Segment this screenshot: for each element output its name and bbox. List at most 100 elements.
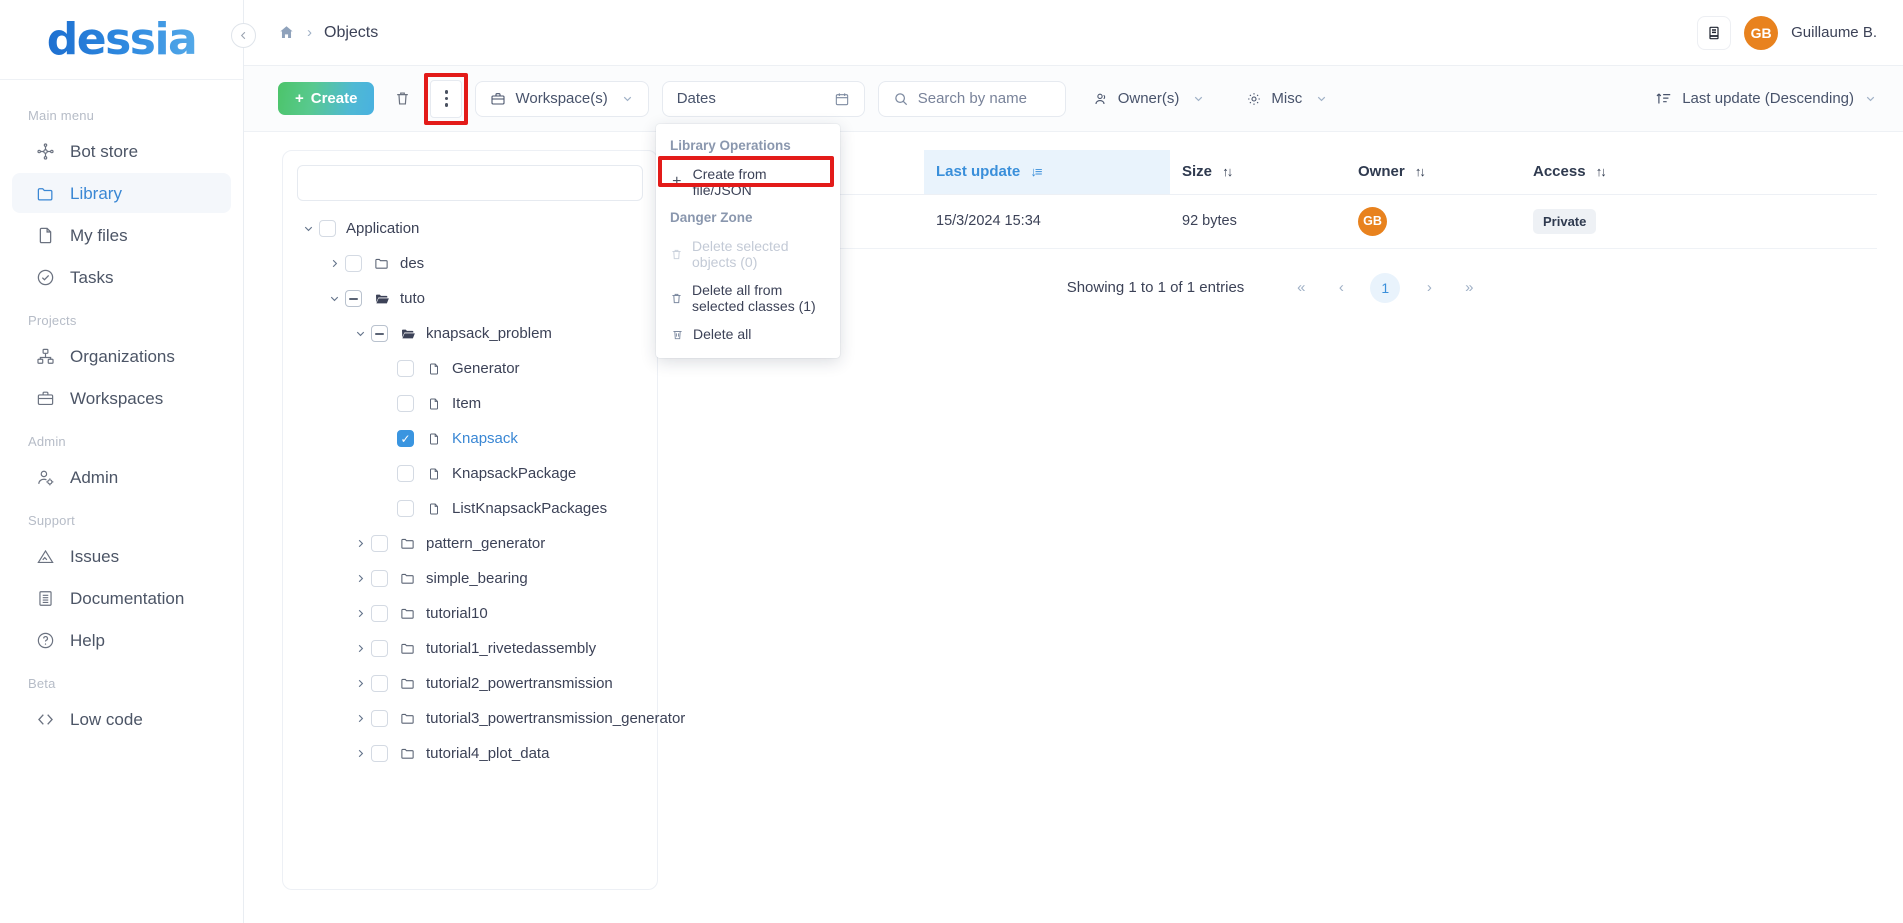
sidebar-item-documentation[interactable]: Documentation: [12, 578, 231, 618]
table-head: Name ↑↓ Last update ↓≡ Size ↑↓: [670, 150, 1877, 195]
column-header-size[interactable]: Size ↑↓: [1170, 150, 1346, 195]
sidebar-item-issues[interactable]: Issues: [12, 536, 231, 576]
tree-row-checkbox[interactable]: [371, 710, 388, 727]
workspaces-filter[interactable]: Workspace(s): [475, 80, 649, 117]
chevron-down-icon: [621, 92, 634, 105]
tree-row-label: tutorial1_rivetedassembly: [426, 640, 597, 657]
tree-row[interactable]: ListKnapsackPackages: [297, 491, 643, 526]
tree-row-checkbox[interactable]: [345, 290, 362, 307]
sidebar-item-low-code[interactable]: Low code: [12, 699, 231, 739]
sort-control[interactable]: Last update (Descending): [1655, 90, 1877, 107]
chevron-right-icon[interactable]: [323, 257, 345, 270]
pagination-prev-button[interactable]: ‹: [1330, 279, 1352, 296]
chevron-right-icon[interactable]: [349, 712, 371, 725]
tree-row-checkbox[interactable]: [397, 395, 414, 412]
chevron-right-icon[interactable]: [349, 747, 371, 760]
tree-row[interactable]: tutorial10: [297, 596, 643, 631]
tree-row[interactable]: Knapsack: [297, 421, 643, 456]
table-row[interactable]: 10kg 15/3/2024 15:34 92 bytes GB Private: [670, 194, 1877, 249]
create-button[interactable]: + Create: [278, 82, 375, 115]
search-input[interactable]: [917, 90, 1048, 107]
tree-row-checkbox[interactable]: [371, 325, 388, 342]
sidebar-item-my-files[interactable]: My files: [12, 215, 231, 255]
avatar[interactable]: GB: [1744, 15, 1779, 50]
tree-row-checkbox[interactable]: [397, 465, 414, 482]
column-label: Access: [1533, 163, 1586, 181]
tree-row-checkbox[interactable]: [371, 535, 388, 552]
chevron-down-icon[interactable]: [323, 292, 345, 305]
book-square-icon[interactable]: [1697, 15, 1732, 50]
user-name[interactable]: Guillaume B.: [1791, 24, 1877, 41]
tree-row-checkbox[interactable]: [371, 570, 388, 587]
menu-item-delete-all[interactable]: Delete all: [656, 320, 840, 348]
misc-filter[interactable]: Misc: [1232, 81, 1342, 117]
library-operations-kebab-button[interactable]: [430, 79, 463, 118]
sidebar-item-workspaces[interactable]: Workspaces: [12, 378, 231, 418]
row-access-cell: Private: [1521, 194, 1877, 249]
tree-row-checkbox[interactable]: [319, 220, 336, 237]
sidebar-item-tasks[interactable]: Tasks: [12, 257, 231, 297]
sort-desc-icon: ↓≡: [1030, 164, 1042, 180]
tree-row[interactable]: tuto: [297, 281, 643, 316]
file-icon: [34, 224, 56, 246]
tree-row[interactable]: Generator: [297, 351, 643, 386]
sidebar-item-admin[interactable]: Admin: [12, 457, 231, 497]
tree-search-input[interactable]: [297, 165, 643, 201]
tree-row-checkbox[interactable]: [371, 640, 388, 657]
tree-row[interactable]: tutorial3_powertransmission_generator: [297, 701, 685, 736]
chevron-right-icon[interactable]: [349, 607, 371, 620]
pagination-next-button[interactable]: ›: [1418, 279, 1440, 296]
tree-row-checkbox[interactable]: [397, 500, 414, 517]
tree-row[interactable]: pattern_generator: [297, 526, 643, 561]
pagination-first-button[interactable]: «: [1290, 279, 1312, 296]
menu-item-label: Create from file/JSON: [692, 166, 767, 198]
delete-button[interactable]: [387, 82, 417, 115]
folder-icon: [398, 606, 417, 621]
tree-row[interactable]: KnapsackPackage: [297, 456, 643, 491]
breadcrumb-current[interactable]: Objects: [324, 24, 378, 42]
chevron-right-icon[interactable]: [349, 537, 371, 550]
tree-row-checkbox[interactable]: [345, 255, 362, 272]
owners-filter[interactable]: Owner(s): [1079, 81, 1220, 117]
tree-row[interactable]: des: [297, 246, 643, 281]
sidebar-collapse-button[interactable]: [231, 23, 256, 48]
search-field-wrapper[interactable]: [877, 80, 1066, 117]
column-header-owner[interactable]: Owner ↑↓: [1346, 150, 1521, 195]
menu-item-delete-all-from-selected-classes[interactable]: Delete all from selected classes (1): [656, 276, 840, 320]
home-icon[interactable]: [278, 24, 295, 41]
brand-area: dessia: [0, 0, 243, 80]
pagination-page-1[interactable]: 1: [1370, 272, 1401, 303]
sidebar-item-library[interactable]: Library: [12, 173, 231, 213]
dates-filter[interactable]: Dates: [661, 80, 865, 117]
chevron-right-icon[interactable]: [349, 572, 371, 585]
column-header-access[interactable]: Access ↑↓: [1521, 150, 1877, 195]
tree-row[interactable]: Application: [297, 211, 643, 246]
folder-open-icon: [372, 291, 391, 307]
tree-row-checkbox[interactable]: [371, 605, 388, 622]
tree-row-checkbox[interactable]: [371, 745, 388, 762]
chevron-right-icon[interactable]: [349, 642, 371, 655]
column-header-last-update[interactable]: Last update ↓≡: [924, 150, 1170, 195]
tree-row[interactable]: simple_bearing: [297, 561, 643, 596]
sidebar-item-label: Tasks: [70, 267, 114, 287]
tree-row-checkbox[interactable]: [397, 360, 414, 377]
chevron-right-icon[interactable]: [349, 677, 371, 690]
tree-row[interactable]: tutorial1_rivetedassembly: [297, 631, 643, 666]
tree-row[interactable]: tutorial2_powertransmission: [297, 666, 643, 701]
tree-row[interactable]: knapsack_problem: [297, 316, 643, 351]
tree-row-checkbox[interactable]: [397, 430, 414, 447]
tree-row-checkbox[interactable]: [371, 675, 388, 692]
sort-label: Last update (Descending): [1682, 90, 1854, 107]
tree-row[interactable]: tutorial4_plot_data: [297, 736, 643, 771]
tree-row[interactable]: Item: [297, 386, 643, 421]
row-owner-cell: GB: [1346, 194, 1521, 249]
book-icon: [34, 587, 56, 609]
menu-item-create-from-file-json[interactable]: + Create from file/JSON: [656, 160, 840, 204]
sidebar-item-organizations[interactable]: Organizations: [12, 336, 231, 376]
chevron-down-icon[interactable]: [297, 222, 319, 235]
sidebar-item-bot-store[interactable]: Bot store: [12, 131, 231, 171]
code-brackets-icon: [34, 708, 56, 730]
sidebar-item-help[interactable]: Help: [12, 620, 231, 660]
pagination-last-button[interactable]: »: [1458, 279, 1480, 296]
chevron-down-icon[interactable]: [349, 327, 371, 340]
